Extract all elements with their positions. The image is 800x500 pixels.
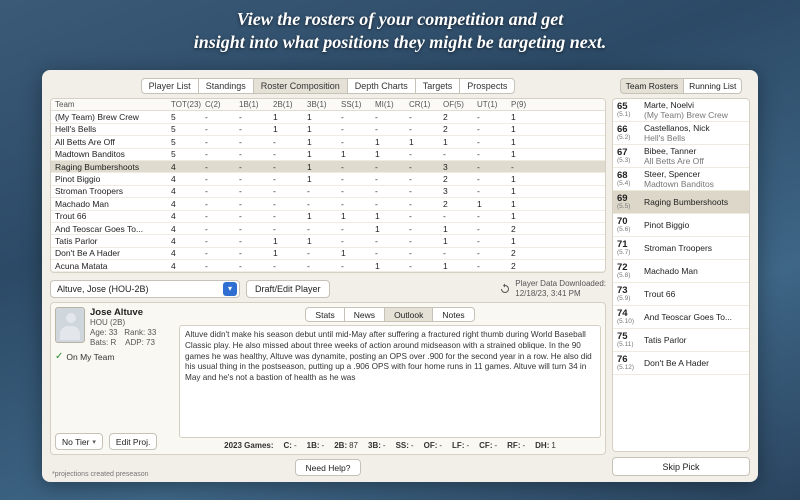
draft-edit-player-button[interactable]: Draft/Edit Player [246, 280, 330, 298]
roster-list-item[interactable]: 66(5.2)Castellanos, NickHell's Bells [613, 122, 749, 145]
outlook-text[interactable]: Altuve didn't make his season debut unti… [179, 325, 601, 438]
column-header[interactable]: UT(1) [477, 100, 511, 109]
column-header[interactable]: SS(1) [341, 100, 375, 109]
player-avatar [55, 307, 85, 343]
chevron-down-icon: ▾ [92, 438, 96, 446]
player-card: Jose Altuve HOU (2B) Age: 33 Rank: 33 Ba… [50, 302, 606, 455]
tab-prospects[interactable]: Prospects [459, 78, 515, 94]
skip-pick-button[interactable]: Skip Pick [612, 457, 750, 476]
column-header[interactable]: Team [55, 100, 171, 109]
right-tab-running-list[interactable]: Running List [683, 78, 742, 94]
roster-list-item[interactable]: 71(5.7)Stroman Troopers [613, 237, 749, 260]
games-by-position: 2023 Games:C:-1B:-2B:873B:-SS:-OF:-LF:-C… [179, 441, 601, 450]
column-header[interactable]: 3B(1) [307, 100, 341, 109]
table-row[interactable]: Acuna Matata4-----1-1-2 [51, 260, 605, 272]
table-row[interactable]: Machado Man4-------211 [51, 198, 605, 210]
table-row[interactable]: Madtown Banditos5---111---1 [51, 149, 605, 161]
player-detail-tabs: StatsNewsOutlookNotes [179, 307, 601, 322]
need-help-button[interactable]: Need Help? [295, 459, 362, 476]
roster-composition-grid[interactable]: TeamTOT(23)C(2)1B(1)2B(1)3B(1)SS(1)MI(1)… [50, 98, 606, 273]
refresh-icon [499, 283, 511, 295]
running-list[interactable]: 65(5.1)Marte, Noelvi(My Team) Brew Crew6… [612, 98, 750, 452]
tab-roster-composition[interactable]: Roster Composition [253, 78, 348, 94]
roster-list-item[interactable]: 68(5.4)Steer, SpencerMadtown Banditos [613, 168, 749, 191]
roster-list-item[interactable]: 76(5.12)Don't Be A Hader [613, 352, 749, 375]
table-row[interactable]: All Betts Are Off5---1-111-1 [51, 136, 605, 148]
table-row[interactable]: Hell's Bells5--11---2-1 [51, 124, 605, 136]
edit-projections-button[interactable]: Edit Proj. [109, 433, 158, 450]
roster-list-item[interactable]: 73(5.9)Trout 66 [613, 283, 749, 306]
column-header[interactable]: 1B(1) [239, 100, 273, 109]
app-panel: Player ListStandingsRoster CompositionDe… [42, 70, 758, 482]
marketing-headline: View the rosters of your competition and… [0, 8, 800, 53]
check-icon: ✓ [55, 351, 63, 362]
table-row[interactable]: Don't Be A Hader4--1-1----2 [51, 248, 605, 260]
on-my-team-checkbox[interactable]: ✓ On My Team [55, 351, 171, 362]
table-row[interactable]: And Teoscar Goes To...4-----1-1-2 [51, 223, 605, 235]
download-info: Player Data Downloaded: 12/18/23, 3:41 P… [499, 279, 606, 298]
roster-list-item[interactable]: 72(5.8)Machado Man [613, 260, 749, 283]
tab-standings[interactable]: Standings [198, 78, 254, 94]
tab-targets[interactable]: Targets [415, 78, 461, 94]
main-tabs: Player ListStandingsRoster CompositionDe… [50, 78, 606, 94]
column-header[interactable]: CR(1) [409, 100, 443, 109]
tab-depth-charts[interactable]: Depth Charts [347, 78, 416, 94]
right-tabs: Team RostersRunning List [612, 78, 750, 94]
table-row[interactable]: Stroman Troopers4-------3-1 [51, 186, 605, 198]
column-header[interactable]: MI(1) [375, 100, 409, 109]
roster-list-item[interactable]: 74(5.10)And Teoscar Goes To... [613, 306, 749, 329]
column-header[interactable]: TOT(23) [171, 100, 205, 109]
inner-tab-outlook[interactable]: Outlook [384, 307, 433, 322]
roster-list-item[interactable]: 67(5.3)Bibee, TannerAll Betts Are Off [613, 145, 749, 168]
table-row[interactable]: Raging Bumbershoots4---1---3-- [51, 161, 605, 173]
table-row[interactable]: Kershaw Shank4---1-1---2 [51, 272, 605, 273]
roster-list-item[interactable]: 65(5.1)Marte, Noelvi(My Team) Brew Crew [613, 99, 749, 122]
inner-tab-notes[interactable]: Notes [432, 307, 474, 322]
player-select[interactable]: Altuve, Jose (HOU-2B) ▾ [50, 280, 240, 298]
roster-list-item[interactable]: 75(5.11)Tatis Parlor [613, 329, 749, 352]
right-tab-team-rosters[interactable]: Team Rosters [620, 78, 684, 94]
column-header[interactable]: OF(5) [443, 100, 477, 109]
table-row[interactable]: Trout 664---111---1 [51, 211, 605, 223]
player-name: Jose Altuve [90, 307, 156, 318]
tier-select[interactable]: No Tier▾ [55, 433, 103, 450]
inner-tab-stats[interactable]: Stats [305, 307, 344, 322]
player-select-value: Altuve, Jose (HOU-2B) [57, 284, 149, 294]
inner-tab-news[interactable]: News [344, 307, 385, 322]
tab-player-list[interactable]: Player List [141, 78, 199, 94]
table-row[interactable]: Pinot Biggio4---1---2-1 [51, 173, 605, 185]
chevron-down-icon: ▾ [223, 282, 237, 296]
table-row[interactable]: Tatis Parlor4--11---1-1 [51, 235, 605, 247]
player-teampos: HOU (2B) [90, 318, 156, 328]
roster-list-item[interactable]: 70(5.6)Pinot Biggio [613, 214, 749, 237]
table-row[interactable]: (My Team) Brew Crew5--11---2-1 [51, 111, 605, 123]
column-header[interactable]: P(9) [511, 100, 545, 109]
roster-list-item[interactable]: 69(5.5)Raging Bumbershoots [613, 191, 749, 214]
footnote: *projections created preseason [52, 471, 149, 478]
column-header[interactable]: 2B(1) [273, 100, 307, 109]
column-header[interactable]: C(2) [205, 100, 239, 109]
